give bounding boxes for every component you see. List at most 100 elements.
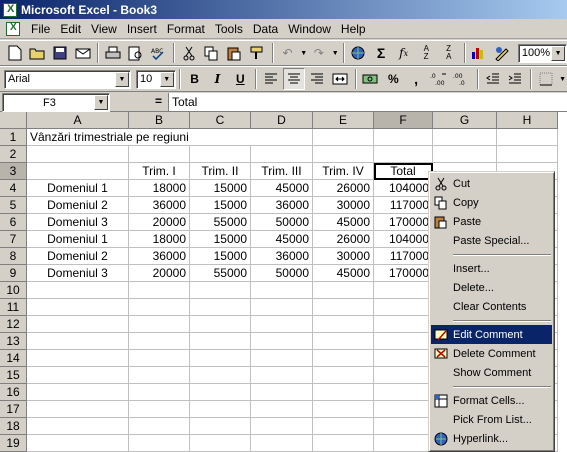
align-right-icon[interactable] [306, 68, 328, 90]
menu-item-hyperlink[interactable]: Hyperlink... [431, 429, 552, 448]
cut-icon[interactable] [178, 42, 200, 64]
paste-function-icon[interactable]: fx [393, 42, 415, 64]
value-cell[interactable]: 18000 [129, 231, 190, 248]
column-header-c[interactable]: C [190, 112, 251, 129]
email-icon[interactable] [72, 42, 94, 64]
row-header-12[interactable]: 12 [0, 316, 27, 333]
value-cell[interactable]: 30000 [313, 248, 374, 265]
cell[interactable] [313, 384, 374, 401]
borders-icon[interactable] [535, 68, 557, 90]
name-box[interactable]: F3 ▼ [2, 93, 110, 112]
value-cell[interactable]: 45000 [251, 231, 313, 248]
cell[interactable] [190, 333, 251, 350]
value-cell[interactable]: 30000 [313, 197, 374, 214]
formula-equals-sign[interactable]: = [155, 94, 162, 108]
cell[interactable] [374, 282, 433, 299]
cell[interactable] [129, 384, 190, 401]
cell[interactable] [190, 299, 251, 316]
value-cell[interactable]: 45000 [251, 180, 313, 197]
value-cell[interactable]: 170000 [374, 214, 433, 231]
cell[interactable] [129, 129, 190, 146]
row-header-4[interactable]: 4 [0, 180, 27, 197]
row-header-9[interactable]: 9 [0, 265, 27, 282]
chevron-down-icon[interactable]: ▼ [94, 95, 108, 110]
cell[interactable] [251, 401, 313, 418]
cell[interactable] [129, 282, 190, 299]
cell[interactable] [251, 146, 313, 163]
chevron-down-icon[interactable]: ▼ [159, 71, 174, 87]
cell[interactable] [190, 367, 251, 384]
cell[interactable] [27, 146, 129, 163]
column-header-g[interactable]: G [433, 112, 497, 129]
cell[interactable] [374, 350, 433, 367]
value-cell[interactable]: 18000 [129, 180, 190, 197]
cell[interactable] [27, 384, 129, 401]
row-header-11[interactable]: 11 [0, 299, 27, 316]
drawing-icon[interactable] [491, 42, 513, 64]
value-cell[interactable]: 104000 [374, 231, 433, 248]
cell[interactable] [251, 418, 313, 435]
cell[interactable] [374, 316, 433, 333]
column-header-a[interactable]: A [27, 112, 129, 129]
cell[interactable] [374, 299, 433, 316]
selected-cell[interactable]: Total [374, 163, 433, 180]
menu-data[interactable]: Data [248, 22, 283, 36]
value-cell[interactable]: 20000 [129, 265, 190, 282]
header-cell[interactable]: Trim. III [251, 163, 313, 180]
header-cell[interactable]: Trim. IV [313, 163, 374, 180]
sort-ascending-icon[interactable]: AZ [415, 42, 437, 64]
row-header-6[interactable]: 6 [0, 214, 27, 231]
redo-icon[interactable]: ↷ [308, 42, 330, 64]
cell[interactable] [374, 367, 433, 384]
row-header-14[interactable]: 14 [0, 350, 27, 367]
menu-item-pick-from-list[interactable]: Pick From List... [431, 410, 552, 429]
menu-format[interactable]: Format [162, 22, 210, 36]
cell[interactable] [27, 316, 129, 333]
cell[interactable] [129, 367, 190, 384]
cell[interactable] [27, 435, 129, 452]
value-cell[interactable]: 15000 [190, 180, 251, 197]
cell[interactable] [190, 282, 251, 299]
cell[interactable] [313, 435, 374, 452]
menu-item-insert[interactable]: Insert... [431, 259, 552, 278]
cell[interactable] [251, 384, 313, 401]
cell[interactable] [374, 401, 433, 418]
menu-insert[interactable]: Insert [122, 22, 162, 36]
redo-dropdown-icon[interactable]: ▼ [331, 42, 340, 64]
cell[interactable] [497, 146, 558, 163]
cell[interactable] [497, 129, 558, 146]
cell[interactable] [433, 146, 497, 163]
cell[interactable] [27, 401, 129, 418]
cell[interactable] [313, 316, 374, 333]
comma-button[interactable]: , [405, 68, 427, 90]
cell[interactable] [251, 367, 313, 384]
zoom-combo[interactable]: 100% ▼ [517, 43, 567, 63]
value-cell[interactable]: 36000 [251, 197, 313, 214]
row-header-8[interactable]: 8 [0, 248, 27, 265]
cell[interactable] [27, 333, 129, 350]
cell[interactable] [129, 418, 190, 435]
cell[interactable] [313, 401, 374, 418]
sheet-title-cell[interactable]: Vânzări trimestriale pe regiuni [27, 129, 189, 146]
menu-item-paste[interactable]: Paste [431, 212, 552, 231]
column-header-f[interactable]: F [374, 112, 433, 129]
column-header-h[interactable]: H [497, 112, 558, 129]
value-cell[interactable]: 170000 [374, 265, 433, 282]
menu-tools[interactable]: Tools [210, 22, 248, 36]
autosum-icon[interactable]: Σ [370, 42, 392, 64]
cell[interactable] [374, 333, 433, 350]
cell[interactable] [433, 129, 497, 146]
print-icon[interactable] [102, 42, 124, 64]
cell[interactable] [129, 435, 190, 452]
cell[interactable] [27, 367, 129, 384]
undo-dropdown-icon[interactable]: ▼ [299, 42, 308, 64]
select-all-corner[interactable] [0, 112, 27, 129]
cell[interactable] [190, 435, 251, 452]
value-cell[interactable]: 20000 [129, 214, 190, 231]
cell[interactable] [190, 129, 251, 146]
cell[interactable] [374, 418, 433, 435]
cell[interactable] [129, 350, 190, 367]
menu-edit[interactable]: Edit [55, 22, 86, 36]
undo-icon[interactable]: ↶ [277, 42, 299, 64]
region-label-cell[interactable]: Domeniul 1 [27, 180, 129, 197]
